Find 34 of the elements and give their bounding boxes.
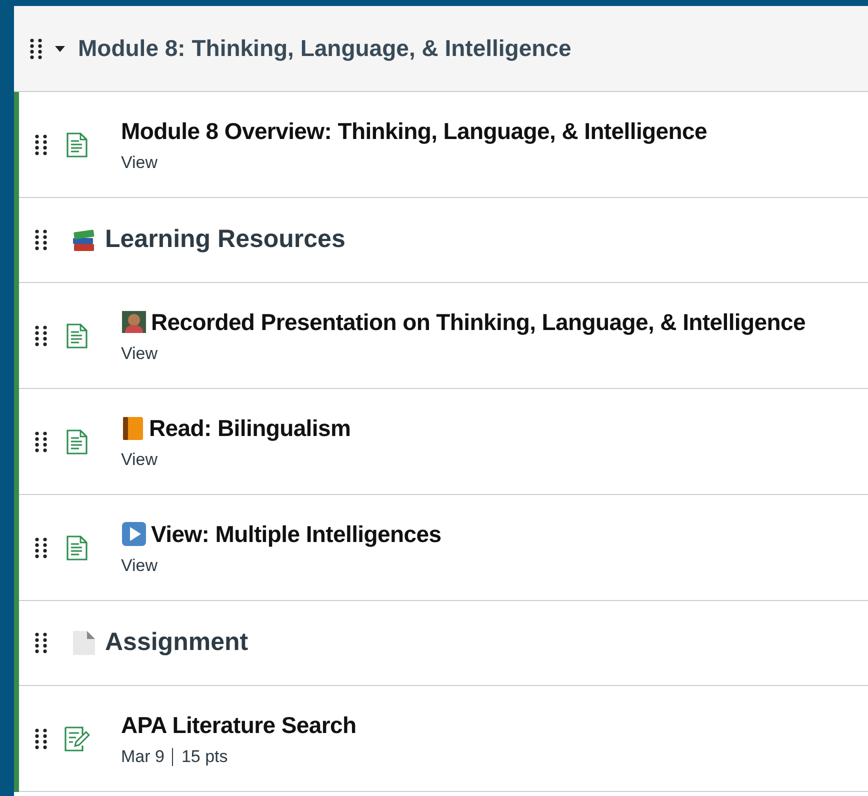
page-icon [66, 132, 88, 158]
document-icon [71, 629, 97, 657]
page-icon [66, 534, 88, 560]
books-icon [71, 227, 97, 253]
item-detail: View [121, 449, 158, 471]
teacher-icon [121, 308, 147, 335]
drag-handle-icon[interactable] [35, 430, 47, 452]
item-title-link[interactable]: APA Literature Search [121, 708, 356, 742]
module-header[interactable]: Module 8: Thinking, Language, & Intelligence [14, 6, 868, 92]
item-detail: View [121, 152, 158, 174]
item-title-link[interactable]: Read: Bilingualism [149, 410, 351, 445]
book-icon [121, 414, 145, 441]
drag-handle-icon[interactable] [30, 38, 42, 60]
drag-handle-icon[interactable] [35, 536, 47, 558]
drag-handle-icon[interactable] [35, 728, 47, 750]
drag-handle-icon[interactable] [35, 229, 47, 251]
item-title-link[interactable]: View: Multiple Intelligences [151, 516, 442, 551]
drag-handle-icon[interactable] [35, 632, 47, 654]
item-title-link[interactable]: Recorded Presentation on Thinking, Language, & Intelligence [151, 304, 806, 339]
item-detail: View [121, 555, 158, 577]
page-icon [66, 428, 88, 454]
play-icon [121, 520, 147, 547]
item-detail: Mar 9 [121, 746, 164, 768]
caret-icon[interactable] [54, 44, 66, 54]
drag-handle-icon[interactable] [35, 324, 47, 346]
module-title: Module 8: Thinking, Language, & Intelligence [78, 34, 572, 64]
drag-handle-icon[interactable] [35, 134, 47, 156]
assignment-icon [64, 726, 90, 752]
subheader-title: Learning Resources [105, 224, 346, 256]
item-detail: 15 pts [181, 746, 228, 768]
subheader-title: Assignment [105, 627, 248, 658]
item-detail: View [121, 343, 158, 365]
page-icon [66, 322, 88, 348]
item-title-link[interactable]: Module 8 Overview: Thinking, Language, & Intelligence [121, 114, 708, 148]
